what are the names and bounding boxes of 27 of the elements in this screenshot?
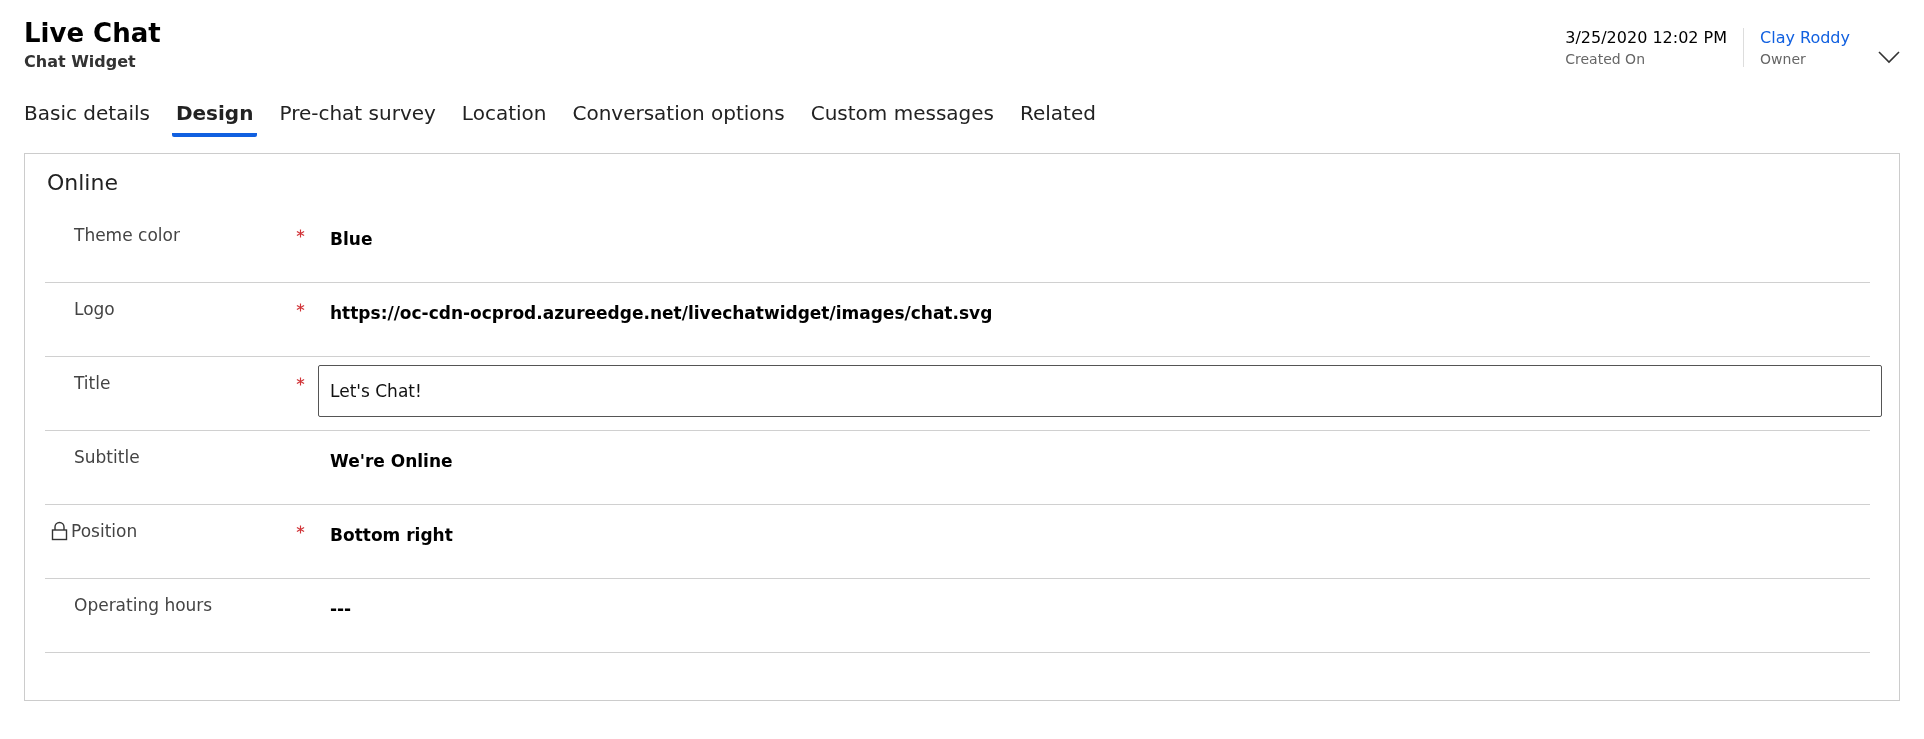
created-on-label: Created On bbox=[1565, 51, 1646, 67]
field-value: Bottom right bbox=[330, 524, 454, 545]
record-title: Live Chat bbox=[24, 18, 161, 48]
section-title: Online bbox=[46, 170, 119, 197]
field-label: Position bbox=[71, 521, 138, 541]
created-on-value: 3/25/2020 12:02 PM bbox=[1565, 28, 1728, 47]
tab[interactable]: Design bbox=[171, 97, 258, 137]
field-label: Title bbox=[74, 373, 111, 393]
tab[interactable]: Location bbox=[457, 97, 551, 137]
input-field[interactable]: Let's Chat! bbox=[318, 365, 1882, 417]
tab[interactable]: Conversation options bbox=[568, 97, 789, 137]
tab[interactable]: Pre-chat survey bbox=[275, 97, 440, 137]
field-label: Logo bbox=[74, 299, 115, 319]
field-value: --- bbox=[330, 598, 353, 619]
owner-link[interactable]: Clay Roddy bbox=[1760, 28, 1850, 47]
field-label: Theme color bbox=[74, 225, 180, 245]
tab[interactable]: Custom messages bbox=[806, 97, 998, 137]
record-type: Chat Widget bbox=[24, 52, 137, 71]
tab[interactable]: Related bbox=[1016, 97, 1100, 137]
tab[interactable]: Basic details bbox=[20, 97, 154, 137]
field-label: Operating hours bbox=[74, 595, 213, 615]
field-label: Subtitle bbox=[74, 447, 140, 467]
owner-label: Owner bbox=[1760, 51, 1807, 67]
field-value: Blue bbox=[330, 228, 374, 249]
field-value: We're Online bbox=[330, 450, 454, 471]
field-value: https://oc-cdn-ocprod.azureedge.net/livechatwidget/images/chat.svg bbox=[330, 302, 994, 323]
chevron-down-icon[interactable] bbox=[1878, 50, 1900, 64]
